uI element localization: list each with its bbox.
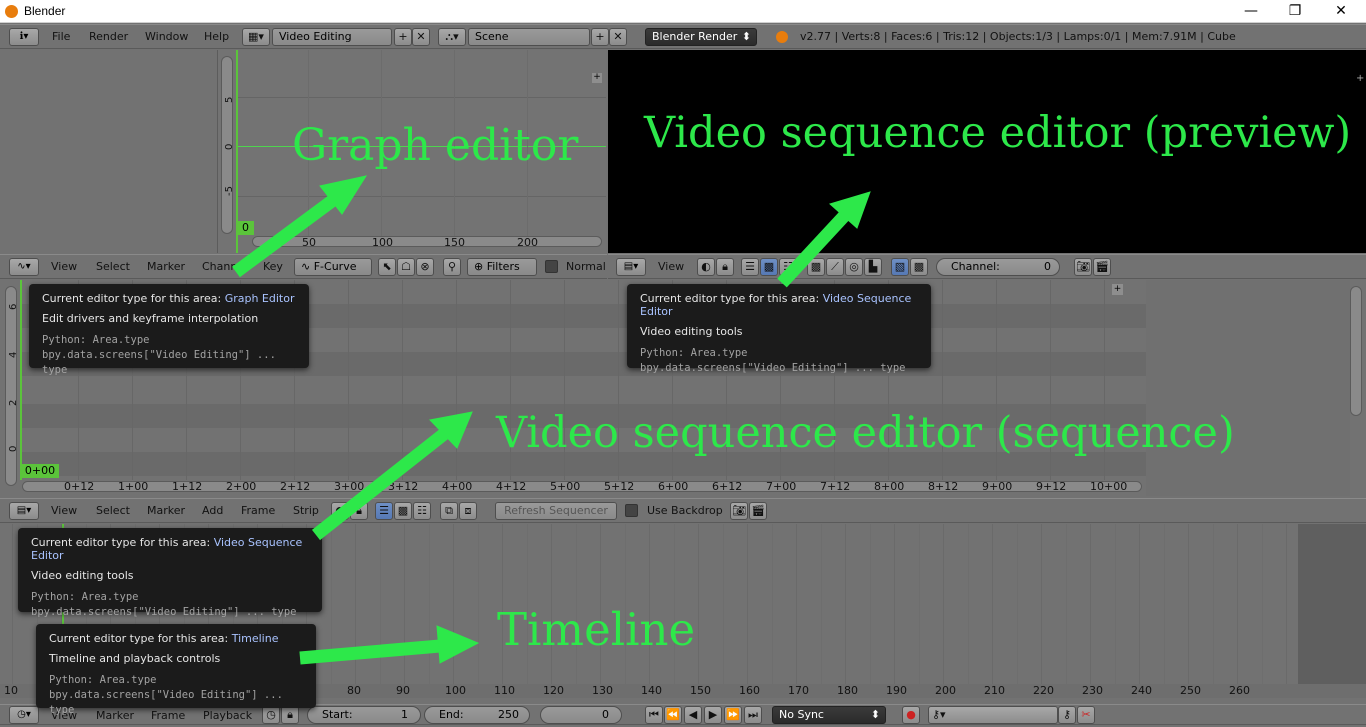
annotation-timeline: Timeline bbox=[497, 603, 696, 656]
arrow-preview bbox=[777, 209, 851, 288]
arrow-sequence bbox=[311, 428, 449, 541]
annotation-preview: Video sequence editor (preview) bbox=[644, 108, 1352, 158]
annotation-graph-editor: Graph editor bbox=[292, 120, 579, 171]
arrow-graph bbox=[232, 192, 340, 278]
annotation-sequence: Video sequence editor (sequence) bbox=[496, 408, 1235, 458]
arrow-timeline-head bbox=[436, 625, 480, 664]
arrow-timeline bbox=[299, 639, 441, 665]
